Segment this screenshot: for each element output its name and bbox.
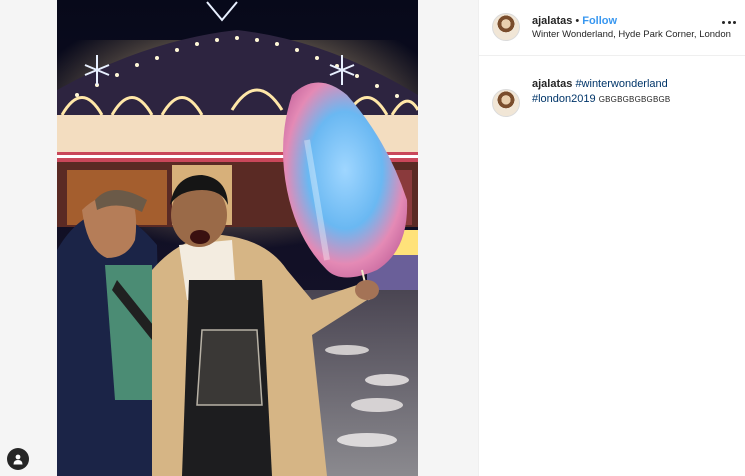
photo-area [0,0,478,476]
user-silhouette-icon [13,454,23,465]
header-user-line: ajalatas • Follow [532,15,617,27]
more-dot [722,20,725,24]
avatar[interactable] [492,13,520,41]
more-dot [727,20,731,24]
post-sidebar: ajalatas • Follow Winter Wonderland, Hyde … [478,0,745,476]
location-link[interactable]: Winter Wonderland, Hyde Park Corner, Lon… [532,29,731,40]
caption-text: ajalatas #winterwonderland #london2019 G… [532,77,737,107]
caption-extra-text: GBGBGBGBGBGB [598,95,671,104]
caption-avatar[interactable] [492,89,520,117]
separator-dot: • [575,15,580,27]
post-header: ajalatas • Follow Winter Wonderland, Hyde … [479,0,745,56]
follow-button[interactable]: Follow [582,15,617,27]
user-tag-icon[interactable] [7,448,29,470]
photo-illustration [57,0,418,476]
post-photo[interactable] [57,0,418,476]
caption-username[interactable]: ajalatas [532,78,572,90]
post-modal: ajalatas • Follow Winter Wonderland, Hyde … [0,0,745,476]
hashtag-link[interactable]: #winterwonderland [575,78,667,90]
hashtag-link[interactable]: #london2019 [532,93,596,105]
username-link[interactable]: ajalatas [532,15,572,27]
more-dot [733,20,736,24]
more-horizontal-icon[interactable] [722,19,736,25]
